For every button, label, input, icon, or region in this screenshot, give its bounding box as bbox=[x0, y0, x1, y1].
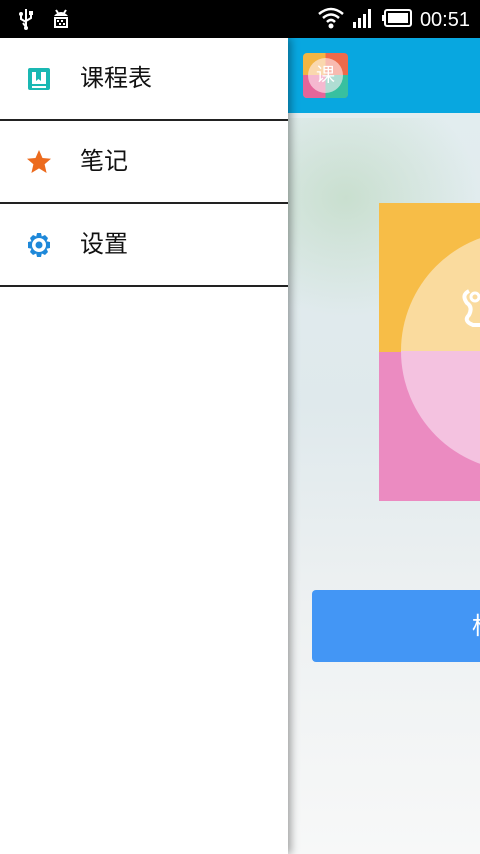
star-icon bbox=[26, 149, 52, 175]
navigation-drawer: 课程表 笔记 设置 bbox=[0, 38, 288, 854]
drawer-item-label: 设置 bbox=[80, 230, 128, 258]
drawer-item-label: 课程表 bbox=[80, 64, 152, 92]
book-icon bbox=[26, 66, 52, 92]
main-content: 课 标 bbox=[288, 38, 480, 854]
status-time: 00:51 bbox=[419, 9, 470, 31]
drawer-item-settings[interactable]: 设置 bbox=[0, 204, 288, 287]
hero-image bbox=[379, 203, 480, 501]
drawer-item-schedule[interactable]: 课程表 bbox=[0, 38, 288, 121]
app-logo[interactable]: 课 bbox=[303, 53, 348, 98]
battery-icon bbox=[381, 9, 412, 31]
drawer-item-notes[interactable]: 笔记 bbox=[0, 121, 288, 204]
status-bar: 00:51 bbox=[0, 0, 480, 38]
signal-icon bbox=[352, 7, 374, 33]
usb-icon bbox=[18, 7, 34, 35]
app-bar: 课 bbox=[288, 38, 480, 113]
debug-icon bbox=[50, 7, 72, 35]
gear-icon bbox=[26, 232, 52, 258]
app-logo-text: 课 bbox=[308, 58, 343, 93]
start-button[interactable]: 标 bbox=[312, 590, 480, 662]
wifi-icon bbox=[318, 7, 344, 33]
hero-logo-icon bbox=[459, 281, 480, 352]
drawer-item-label: 笔记 bbox=[80, 147, 128, 175]
